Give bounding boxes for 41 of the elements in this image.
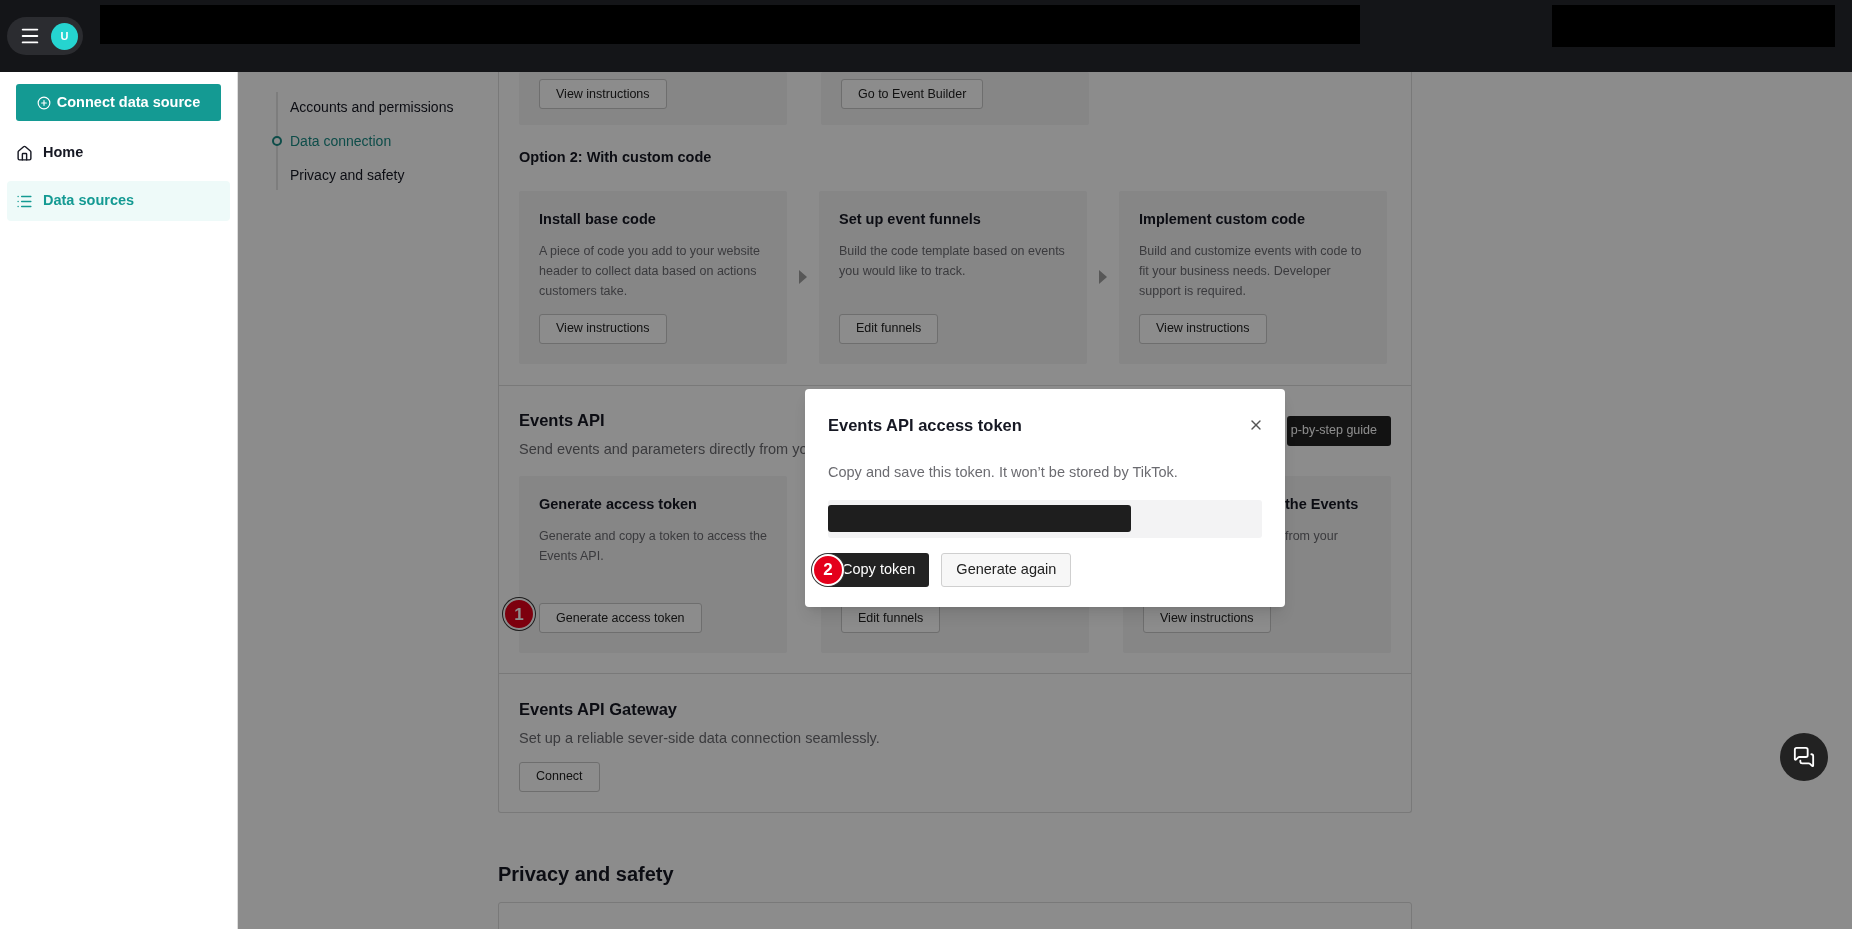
section-link[interactable]: Accounts and permissions [278, 95, 454, 119]
arrow-icon [799, 270, 807, 285]
card-description: A piece of code you add to your website header to collect data based on actions customers take. [539, 242, 761, 300]
card-description: from your [1284, 528, 1339, 545]
dialog-title: Events API access token [828, 415, 1022, 436]
outline-button[interactable]: Connect [519, 761, 600, 792]
chat-button[interactable] [1780, 733, 1828, 781]
outline-button[interactable]: View instructions [1139, 313, 1267, 344]
section-subtitle: Set up a reliable sever-side data connection seamlessly. [519, 729, 881, 748]
outline-button[interactable]: Generate access token [539, 603, 702, 634]
outline-button[interactable]: Go to Event Builder [841, 79, 984, 109]
section-heading: Privacy and safety [498, 861, 675, 887]
guide-button[interactable]: p-by-step guide [1286, 415, 1391, 446]
token-field[interactable] [828, 499, 1262, 538]
card-title: Install base code [539, 209, 657, 229]
outline-button[interactable]: View instructions [539, 313, 667, 344]
sidebar-item[interactable]: Data sources [7, 181, 230, 221]
card-description: Build and customize events with code to fit your business needs. Developer support is required. [1139, 242, 1363, 300]
section-heading: Option 2: With custom code [519, 148, 713, 167]
card-title: Generate access token [539, 495, 698, 515]
section-title: Events API Gateway [519, 699, 679, 721]
sidebar-item[interactable]: Home [7, 133, 230, 173]
home-icon [16, 144, 33, 162]
step-marker: 2 [812, 553, 844, 586]
regenerate-button[interactable]: Generate again [941, 552, 1072, 587]
card-title: Set up event funnels [839, 209, 982, 229]
section-link[interactable]: Privacy and safety [278, 163, 405, 187]
connect-data-source-button[interactable]: Connect data source [16, 84, 221, 121]
outline-button[interactable]: View instructions [539, 79, 667, 109]
chat-icon [1793, 746, 1815, 768]
plus-circle-icon [36, 95, 51, 110]
card-title: the Events [1284, 495, 1360, 515]
step-marker: 1 [503, 598, 535, 631]
dialog-message: Copy and save this token. It won’t be stored by TikTok. [828, 462, 1179, 482]
card-description: Generate and copy a token to access the Events API. [539, 528, 767, 565]
outline-button[interactable]: Edit funnels [839, 313, 939, 344]
card-title: Implement custom code [1139, 209, 1306, 229]
arrow-icon [1099, 270, 1107, 285]
card-description: Build the code template based on events you would like to track. [839, 242, 1066, 280]
section-link[interactable]: Data connection [278, 129, 392, 153]
section-title: Events API [519, 409, 606, 431]
